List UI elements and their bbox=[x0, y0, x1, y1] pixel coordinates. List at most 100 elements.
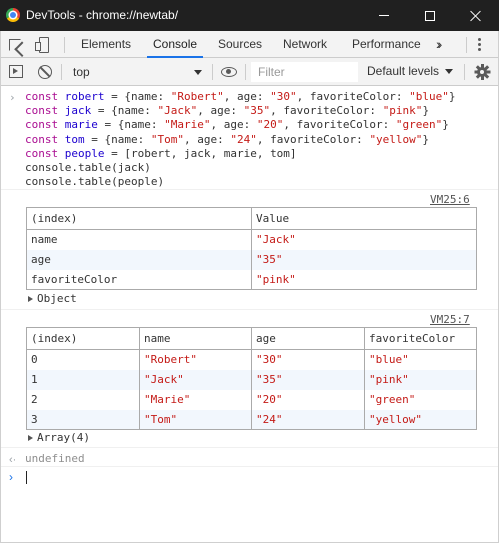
table-cell: "35" bbox=[251, 249, 477, 270]
table-cell: 3 bbox=[26, 409, 140, 430]
source-link[interactable]: VM25:6 bbox=[430, 193, 470, 206]
context-value: top bbox=[73, 65, 90, 79]
message-divider bbox=[0, 309, 499, 310]
code-token: "blue" bbox=[409, 90, 449, 103]
window-titlebar: DevTools - chrome://newtab/ bbox=[0, 0, 499, 31]
close-icon bbox=[470, 10, 482, 22]
more-tabs-icon[interactable]: ›› bbox=[436, 36, 443, 52]
code-token: "Marie" bbox=[164, 118, 211, 132]
device-toolbar-icon[interactable] bbox=[35, 37, 49, 53]
table-cell: "Jack" bbox=[251, 229, 477, 250]
maximize-button[interactable] bbox=[407, 0, 453, 31]
customize-menu-icon[interactable] bbox=[478, 38, 482, 52]
column-header[interactable]: Value bbox=[251, 207, 477, 230]
table-cell: "Tom" bbox=[139, 409, 252, 430]
table-cell: 1 bbox=[26, 369, 140, 390]
code-token: } bbox=[422, 104, 430, 118]
inspect-element-icon[interactable] bbox=[9, 39, 21, 51]
code-token: = [robert, jack, marie, tom] bbox=[104, 146, 297, 160]
code-token: robert bbox=[64, 90, 105, 103]
show-sidebar-icon[interactable] bbox=[9, 65, 23, 78]
source-link[interactable]: VM25:7 bbox=[430, 313, 470, 326]
table-row: favoriteColor "pink" bbox=[26, 269, 477, 290]
live-expression-eye-icon[interactable] bbox=[221, 67, 237, 77]
table-cell: "blue" bbox=[364, 349, 477, 370]
toolbar-divider bbox=[464, 64, 465, 80]
table-cell: favoriteColor bbox=[26, 269, 252, 290]
code-token: } bbox=[442, 118, 449, 132]
table-cell: "Jack" bbox=[139, 369, 252, 390]
minimize-icon bbox=[379, 15, 389, 16]
table-row: 3 "Tom" "24" "yellow" bbox=[26, 409, 477, 430]
console-toolbar: top Default levels bbox=[0, 58, 499, 86]
table-cell: age bbox=[26, 249, 252, 270]
code-token: "yellow" bbox=[369, 132, 423, 146]
code-token: = {name: bbox=[104, 90, 171, 103]
table-cell: "30" bbox=[251, 349, 365, 370]
code-token: , favoriteColor: bbox=[270, 104, 383, 118]
code-token: "Tom" bbox=[150, 132, 184, 146]
table-cell: "pink" bbox=[251, 269, 477, 290]
code-token: "35" bbox=[243, 104, 271, 118]
code-token: , favoriteColor: bbox=[256, 132, 370, 146]
code-token: console.table(jack) bbox=[25, 161, 151, 174]
result-value: undefined bbox=[25, 452, 85, 465]
table-cell: "Marie" bbox=[139, 389, 252, 410]
log-levels-dropdown[interactable]: Default levels bbox=[367, 64, 454, 78]
console-input-echo: › const robert = {name: "Robert", age: "… bbox=[0, 87, 499, 190]
devtools-tabbar: Elements Console Sources Network Perform… bbox=[0, 31, 499, 58]
message-divider bbox=[0, 447, 499, 448]
table-cell: "green" bbox=[364, 389, 477, 410]
code-token: "pink" bbox=[382, 104, 423, 118]
code-line: console.table(jack) bbox=[25, 161, 151, 175]
table-cell: 2 bbox=[26, 389, 140, 410]
tab-console[interactable]: Console bbox=[147, 31, 204, 58]
tab-sources[interactable]: Sources bbox=[218, 31, 262, 58]
result-arrow-icon: ‹· bbox=[9, 454, 17, 466]
code-token: , favoriteColor: bbox=[283, 118, 396, 132]
code-token: jack bbox=[64, 104, 92, 118]
context-selector[interactable]: top bbox=[62, 62, 210, 82]
code-token: } bbox=[422, 132, 430, 146]
column-header[interactable]: name bbox=[139, 327, 252, 350]
toolbar-divider bbox=[64, 37, 65, 53]
tab-performance[interactable]: Performance bbox=[352, 31, 421, 58]
minimize-button[interactable] bbox=[361, 0, 407, 31]
expand-triangle-icon bbox=[28, 296, 33, 302]
filter-input[interactable] bbox=[251, 62, 358, 82]
column-header[interactable]: age bbox=[251, 327, 365, 350]
clear-console-icon[interactable] bbox=[38, 65, 52, 79]
chevron-down-icon bbox=[445, 69, 454, 74]
close-window-button[interactable] bbox=[453, 0, 499, 31]
column-header[interactable]: (index) bbox=[26, 327, 140, 350]
console-settings-gear-icon[interactable] bbox=[474, 64, 490, 80]
column-header[interactable]: (index) bbox=[26, 207, 252, 230]
code-token: "20" bbox=[256, 118, 284, 132]
code-token: "Jack" bbox=[157, 104, 198, 118]
log-levels-label: Default levels bbox=[367, 64, 440, 78]
array-expander[interactable]: Array(4) bbox=[28, 431, 90, 444]
column-header[interactable]: favoriteColor bbox=[364, 327, 477, 350]
code-token: "Robert" bbox=[170, 90, 224, 103]
code-token: const bbox=[25, 90, 65, 103]
data-table: (index) Value name "Jack" age "35" favorit… bbox=[26, 207, 477, 290]
tab-elements[interactable]: Elements bbox=[81, 31, 131, 58]
code-line: console.table(people) bbox=[25, 175, 164, 189]
table-cell: "Robert" bbox=[139, 349, 252, 370]
code-line: const jack = {name: "Jack", age: "35", f… bbox=[25, 104, 429, 118]
code-token: tom bbox=[64, 132, 85, 146]
table-cell: "24" bbox=[251, 409, 365, 430]
toolbar-divider bbox=[466, 37, 467, 53]
tab-network[interactable]: Network bbox=[283, 31, 327, 58]
code-token: "30" bbox=[270, 90, 297, 103]
code-token: "green" bbox=[395, 118, 443, 132]
window-title: DevTools - chrome://newtab/ bbox=[26, 8, 179, 22]
table-row: 2 "Marie" "20" "green" bbox=[26, 389, 477, 410]
code-token: } bbox=[448, 90, 456, 103]
object-expander[interactable]: Object bbox=[28, 292, 77, 305]
table-cell: "yellow" bbox=[364, 409, 477, 430]
console-prompt-input[interactable] bbox=[26, 471, 27, 484]
code-token: = {name: bbox=[97, 118, 165, 132]
maximize-icon bbox=[425, 10, 435, 21]
code-token: , favoriteColor: bbox=[296, 90, 410, 103]
